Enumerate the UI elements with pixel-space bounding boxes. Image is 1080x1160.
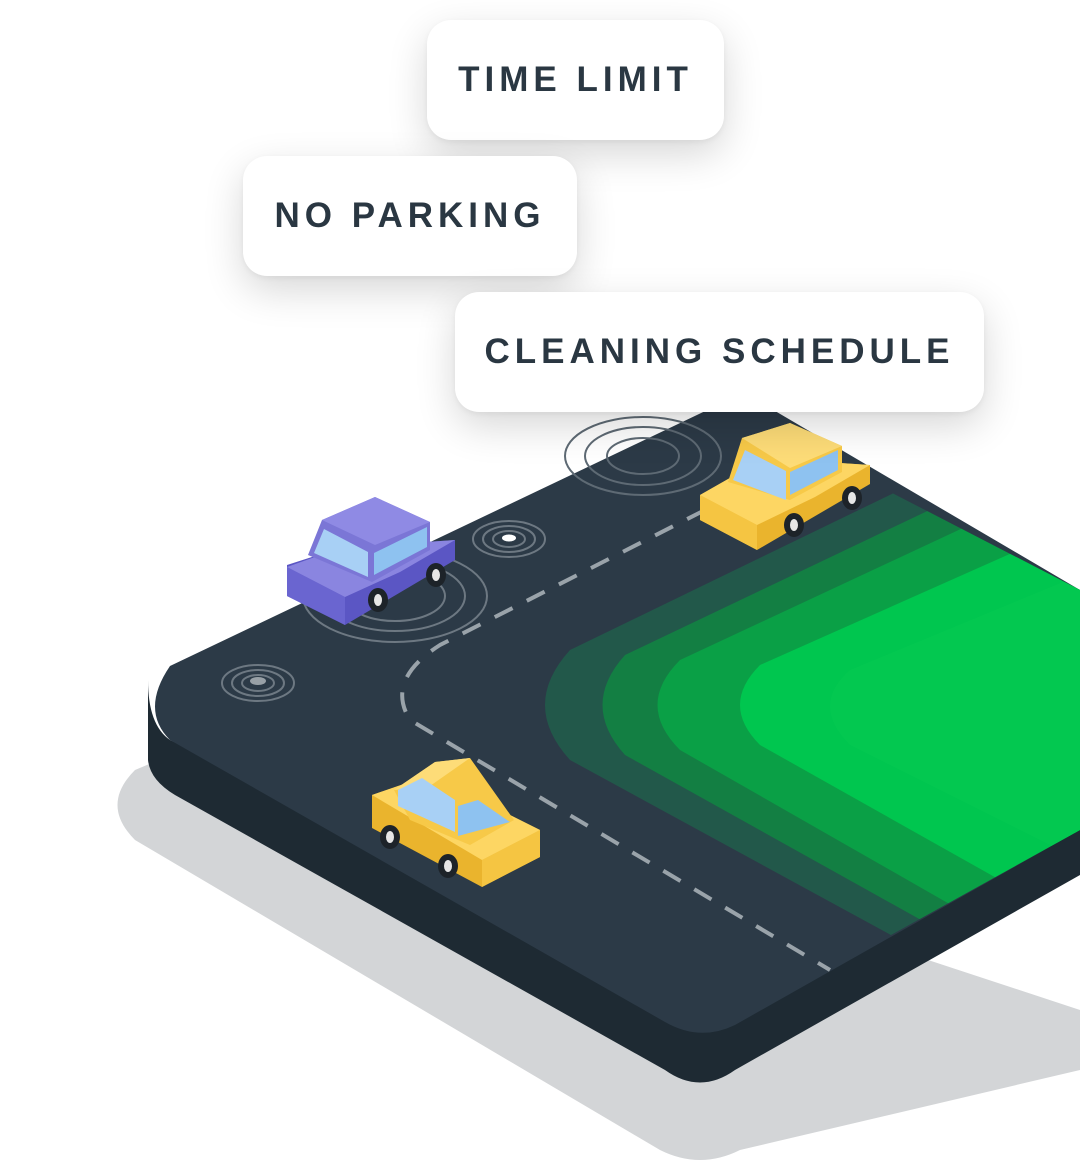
sensor-ripple-icon — [472, 520, 546, 558]
sensor-ripple-icon — [221, 664, 295, 702]
no-parking-label: NO PARKING — [243, 156, 577, 276]
time-limit-label: TIME LIMIT — [427, 20, 724, 140]
cleaning-schedule-label: CLEANING SCHEDULE — [455, 292, 984, 412]
